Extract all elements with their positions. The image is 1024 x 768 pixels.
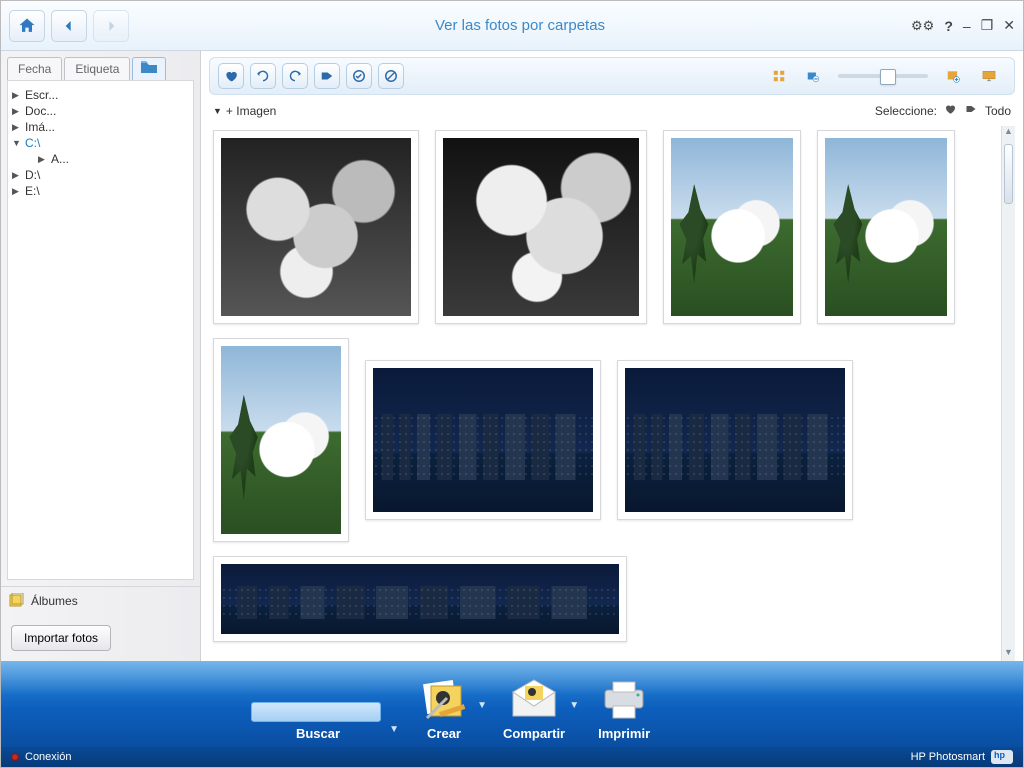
title-bar: Ver las fotos por carpetas ⚙⚙ ? – ❐ ✕: [1, 1, 1023, 51]
section-label: + Imagen: [226, 104, 276, 118]
photo-thumbnail[interactable]: [365, 360, 601, 520]
tab-folders[interactable]: [132, 57, 166, 80]
grid-icon: [772, 69, 786, 83]
bottom-action-bar: Buscar ▼ Crear ▼: [1, 661, 1023, 747]
albums-button[interactable]: Álbumes: [1, 586, 200, 615]
minimize-button[interactable]: –: [963, 18, 971, 34]
create-icon: [419, 678, 469, 722]
scroll-track[interactable]: [1002, 140, 1015, 647]
section-header: ▼ + Imagen Seleccione: Todo: [209, 95, 1015, 126]
albums-icon: [9, 593, 25, 609]
printer-icon: [599, 678, 649, 722]
chevron-down-icon: ▼: [477, 700, 487, 711]
select-tagged-button[interactable]: [963, 103, 979, 118]
back-button[interactable]: [51, 10, 87, 42]
tree-item-selected[interactable]: ▼C:\: [12, 135, 189, 151]
chevron-down-icon: ▼: [213, 106, 222, 116]
photo-thumbnail[interactable]: [213, 556, 627, 642]
photo-thumbnail[interactable]: [435, 130, 647, 324]
chevron-down-icon: ▼: [389, 724, 399, 735]
window-controls: ⚙⚙ ? – ❐ ✕: [911, 17, 1015, 34]
photo-thumbnail[interactable]: [213, 338, 349, 542]
heart-icon: [943, 103, 957, 115]
folder-tree[interactable]: ▶Escr... ▶Doc... ▶Imá... ▼C:\ ▶A... ▶D:\…: [7, 80, 194, 580]
photo-thumbnail[interactable]: [617, 360, 853, 520]
window-title: Ver las fotos por carpetas: [129, 17, 911, 34]
undo-button[interactable]: [250, 63, 276, 89]
tag-button[interactable]: [314, 63, 340, 89]
view-grid-button[interactable]: [764, 63, 794, 89]
reject-button[interactable]: [378, 63, 404, 89]
photo-thumbnail[interactable]: [663, 130, 801, 324]
favorite-button[interactable]: [218, 63, 244, 89]
select-label: Seleccione:: [875, 104, 937, 118]
print-action[interactable]: Imprimir: [595, 678, 653, 741]
restore-button[interactable]: ❐: [981, 17, 994, 34]
status-bar: Conexión HP Photosmart: [1, 747, 1023, 767]
hp-logo-icon: [991, 750, 1013, 764]
folder-icon: [141, 61, 157, 73]
select-all-button[interactable]: Todo: [985, 104, 1011, 118]
tab-tag[interactable]: Etiqueta: [64, 57, 130, 80]
body: Fecha Etiqueta ▶Escr... ▶Doc... ▶Imá... …: [1, 51, 1023, 661]
slider-thumb[interactable]: [880, 69, 896, 85]
scroll-down-button[interactable]: ▼: [1002, 647, 1015, 661]
select-favorites-button[interactable]: [943, 103, 957, 118]
main-panel: ▼ + Imagen Seleccione: Todo: [201, 51, 1023, 661]
chevron-down-icon: ▼: [569, 700, 579, 711]
share-icon: [509, 678, 559, 722]
tree-item[interactable]: ▶D:\: [12, 167, 189, 183]
tree-item[interactable]: ▶E:\: [12, 183, 189, 199]
app-window: Ver las fotos por carpetas ⚙⚙ ? – ❐ ✕ Fe…: [0, 0, 1024, 768]
tab-date[interactable]: Fecha: [7, 57, 62, 80]
home-button[interactable]: [9, 10, 45, 42]
tree-item[interactable]: ▶Imá...: [12, 119, 189, 135]
tag-icon: [963, 103, 979, 115]
photo-thumbnail[interactable]: [817, 130, 955, 324]
thumbnail-size-slider[interactable]: [838, 74, 928, 78]
heart-icon: [224, 69, 238, 83]
approve-button[interactable]: [346, 63, 372, 89]
check-circle-icon: [352, 69, 366, 83]
share-action[interactable]: Compartir ▼: [503, 678, 565, 741]
slideshow-button[interactable]: [972, 63, 1006, 89]
search-input[interactable]: [251, 702, 381, 722]
connection-status-icon: [11, 753, 19, 761]
import-photos-button[interactable]: Importar fotos: [11, 625, 111, 651]
settings-button[interactable]: ⚙⚙: [911, 18, 934, 34]
tree-subitem[interactable]: ▶A...: [38, 151, 189, 167]
zoom-out-button[interactable]: [800, 63, 826, 89]
tree-item[interactable]: ▶Escr...: [12, 87, 189, 103]
zoom-in-icon: [946, 69, 960, 83]
photo-thumbnail[interactable]: [213, 130, 419, 324]
close-button[interactable]: ✕: [1003, 17, 1015, 34]
search-action[interactable]: Buscar ▼: [251, 702, 385, 741]
zoom-out-icon: [806, 69, 820, 83]
nav-button-group: [9, 10, 129, 42]
arrow-left-icon: [59, 16, 79, 36]
photo-gallery: [209, 126, 1001, 661]
undo-icon: [256, 69, 270, 83]
forward-button[interactable]: [93, 10, 129, 42]
sidebar: Fecha Etiqueta ▶Escr... ▶Doc... ▶Imá... …: [1, 51, 201, 661]
ban-circle-icon: [384, 69, 398, 83]
home-icon: [17, 16, 37, 36]
slideshow-icon: [982, 69, 996, 83]
toolbar: [209, 57, 1015, 95]
tag-icon: [320, 69, 334, 83]
redo-button[interactable]: [282, 63, 308, 89]
connection-label: Conexión: [25, 751, 71, 763]
import-area: Importar fotos: [1, 615, 200, 661]
gallery-scrollbar[interactable]: ▲ ▼: [1001, 126, 1015, 661]
redo-icon: [288, 69, 302, 83]
arrow-right-icon: [101, 16, 121, 36]
help-button[interactable]: ?: [944, 18, 953, 34]
create-action[interactable]: Crear ▼: [415, 678, 473, 741]
scroll-up-button[interactable]: ▲: [1002, 126, 1015, 140]
tree-item[interactable]: ▶Doc...: [12, 103, 189, 119]
brand-label: HP Photosmart: [911, 751, 985, 763]
sidebar-tabs: Fecha Etiqueta: [1, 51, 200, 80]
zoom-in-button[interactable]: [940, 63, 966, 89]
scroll-thumb[interactable]: [1004, 144, 1013, 204]
